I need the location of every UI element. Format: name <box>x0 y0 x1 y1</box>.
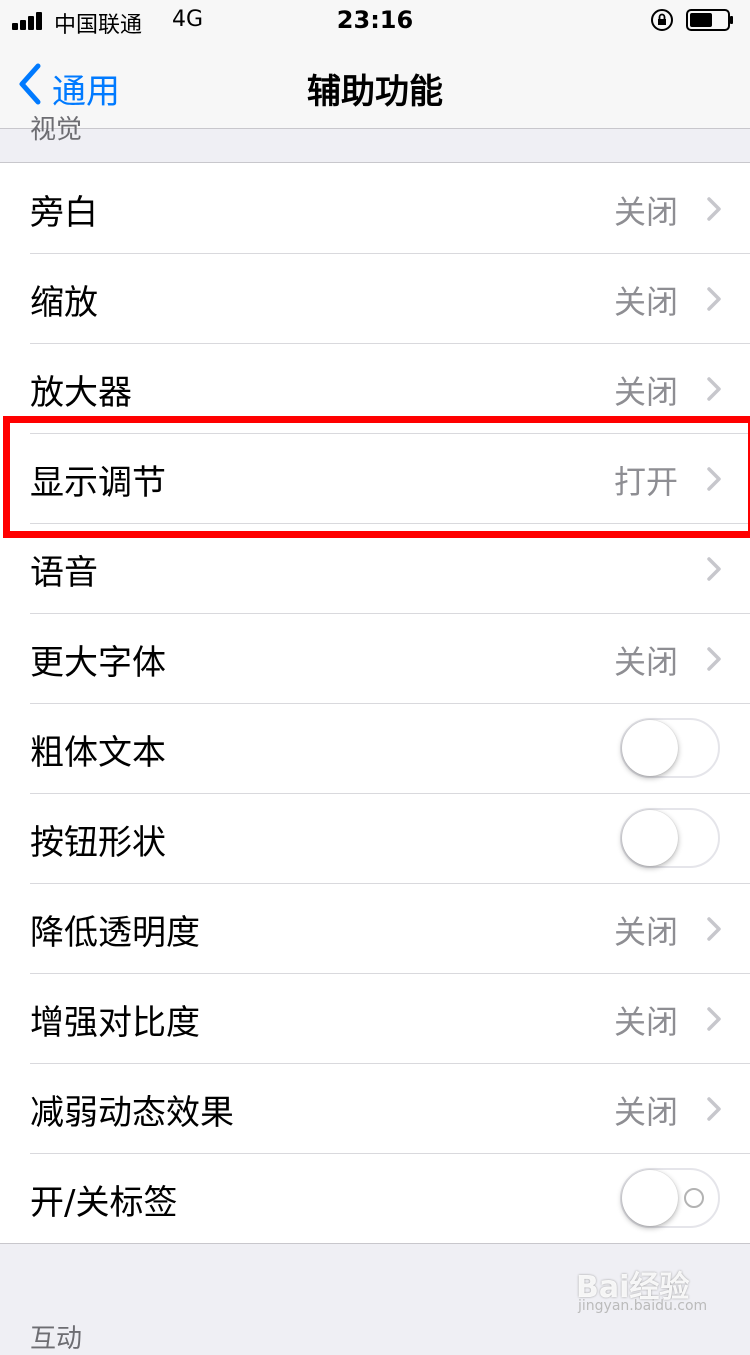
toggle-off-indicator-icon <box>684 1188 704 1208</box>
highlight-annotation-box <box>3 416 750 538</box>
chevron-right-icon <box>707 197 721 221</box>
settings-list: 旁白 关闭 缩放 关闭 放大器 关闭 显示调节 打开 语音 更大字体 关闭 粗体文本 按钮形状 降低透明度… <box>0 162 750 1244</box>
chevron-right-icon <box>707 647 721 671</box>
toggle-knob <box>622 810 678 866</box>
section-header-interaction: 互动 <box>30 1324 83 1354</box>
settings-row[interactable]: 减弱动态效果 关闭 <box>0 1063 750 1153</box>
row-label: 降低透明度 <box>30 913 200 953</box>
navigation-bar: 通用 辅助功能 <box>0 40 750 129</box>
row-label: 粗体文本 <box>30 733 166 773</box>
row-value: 关闭 <box>613 373 678 411</box>
chevron-right-icon <box>707 1097 721 1121</box>
toggle-switch[interactable] <box>620 808 720 868</box>
row-value: 关闭 <box>613 1003 678 1041</box>
row-value: 关闭 <box>613 193 678 231</box>
settings-row[interactable]: 旁白 关闭 <box>0 163 750 253</box>
row-value: 关闭 <box>613 283 678 321</box>
row-label: 开/关标签 <box>30 1183 178 1223</box>
row-value: 关闭 <box>613 913 678 951</box>
chevron-right-icon <box>707 1007 721 1031</box>
chevron-right-icon <box>707 917 721 941</box>
toggle-switch[interactable] <box>620 1168 720 1228</box>
chevron-right-icon <box>707 557 721 581</box>
orientation-lock-icon <box>651 9 673 31</box>
row-label: 语音 <box>30 553 98 593</box>
settings-row[interactable]: 缩放 关闭 <box>0 253 750 343</box>
toggle-knob <box>622 720 678 776</box>
row-label: 旁白 <box>30 193 98 233</box>
row-value: 关闭 <box>613 1093 678 1131</box>
watermark: Bai经验 jingyan.baidu.com <box>576 1262 716 1322</box>
row-label: 放大器 <box>30 373 132 413</box>
chevron-right-icon <box>707 377 721 401</box>
row-label: 缩放 <box>30 283 98 323</box>
settings-row[interactable]: 按钮形状 <box>0 793 750 883</box>
row-label: 减弱动态效果 <box>30 1093 234 1133</box>
settings-row[interactable]: 开/关标签 <box>0 1153 750 1243</box>
row-value: 关闭 <box>613 643 678 681</box>
battery-icon <box>686 9 733 31</box>
settings-row[interactable]: 增强对比度 关闭 <box>0 973 750 1063</box>
watermark-url: jingyan.baidu.com <box>578 1298 708 1314</box>
settings-row[interactable]: 更大字体 关闭 <box>0 613 750 703</box>
status-bar: 中国联通 4G 23:16 <box>0 0 750 40</box>
toggle-knob <box>622 1170 678 1226</box>
page-title: 辅助功能 <box>307 72 443 112</box>
section-header-vision: 视觉 <box>30 115 83 145</box>
status-time: 23:16 <box>336 6 414 34</box>
settings-row[interactable]: 粗体文本 <box>0 703 750 793</box>
toggle-switch[interactable] <box>620 718 720 778</box>
row-label: 增强对比度 <box>30 1003 200 1043</box>
settings-row[interactable]: 降低透明度 关闭 <box>0 883 750 973</box>
chevron-right-icon <box>707 287 721 311</box>
row-label: 按钮形状 <box>30 823 166 863</box>
row-label: 更大字体 <box>30 643 166 683</box>
